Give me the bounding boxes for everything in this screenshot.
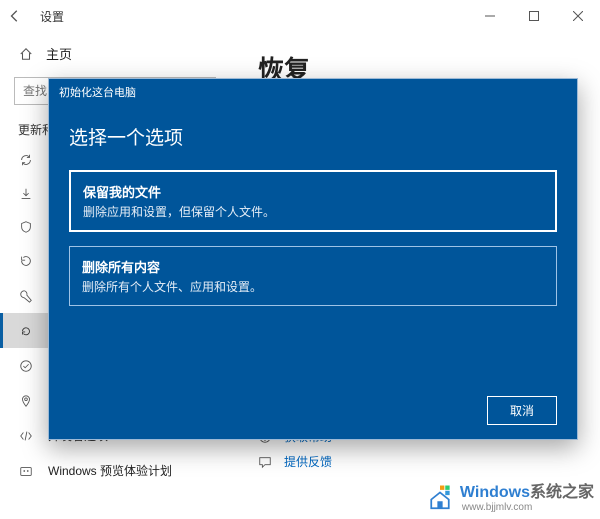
insider-icon — [18, 464, 34, 478]
recovery-icon — [18, 324, 34, 338]
backup-icon — [18, 254, 34, 268]
sidebar-home-label: 主页 — [46, 44, 72, 63]
sidebar-home[interactable]: 主页 — [0, 38, 230, 69]
troubleshoot-icon — [18, 289, 34, 303]
option-desc: 删除所有个人文件、应用和设置。 — [82, 278, 544, 295]
watermark-text-2: 系统之家 — [530, 484, 594, 501]
sidebar-item-label: Windows 预览体验计划 — [48, 462, 172, 479]
dialog-heading: 选择一个选项 — [69, 123, 557, 150]
window-title: 设置 — [40, 8, 64, 25]
window-titlebar: 设置 — [0, 0, 600, 32]
watermark: Windows系统之家 www.bjjmlv.com — [426, 478, 594, 513]
sidebar-item-insider[interactable]: Windows 预览体验计划 — [0, 453, 230, 488]
feedback-link[interactable]: 提供反馈 — [258, 453, 572, 470]
feedback-link-text: 提供反馈 — [284, 453, 332, 470]
option-title: 保留我的文件 — [83, 182, 543, 201]
close-button[interactable] — [556, 0, 600, 32]
option-desc: 删除应用和设置，但保留个人文件。 — [83, 203, 543, 220]
shield-icon — [18, 220, 34, 234]
sync-icon — [18, 153, 34, 167]
watermark-text-1: Windows — [460, 484, 530, 501]
activation-icon — [18, 359, 34, 373]
logo-icon — [426, 482, 454, 510]
feedback-icon — [258, 455, 274, 469]
home-icon — [18, 47, 34, 61]
minimize-button[interactable] — [468, 0, 512, 32]
watermark-url: www.bjjmlv.com — [462, 502, 594, 513]
dialog-title: 初始化这台电脑 — [59, 84, 136, 100]
reset-pc-dialog: 初始化这台电脑 选择一个选项 保留我的文件 删除应用和设置，但保留个人文件。 删… — [48, 78, 578, 440]
option-remove-everything[interactable]: 删除所有内容 删除所有个人文件、应用和设置。 — [69, 246, 557, 306]
window-controls — [468, 0, 600, 32]
option-title: 删除所有内容 — [82, 257, 544, 276]
dialog-titlebar: 初始化这台电脑 — [49, 79, 577, 105]
download-icon — [18, 187, 34, 201]
back-button[interactable] — [8, 9, 32, 23]
option-keep-files[interactable]: 保留我的文件 删除应用和设置，但保留个人文件。 — [69, 170, 557, 232]
maximize-button[interactable] — [512, 0, 556, 32]
find-icon — [18, 394, 34, 408]
cancel-button[interactable]: 取消 — [487, 396, 557, 425]
developer-icon — [18, 429, 34, 443]
